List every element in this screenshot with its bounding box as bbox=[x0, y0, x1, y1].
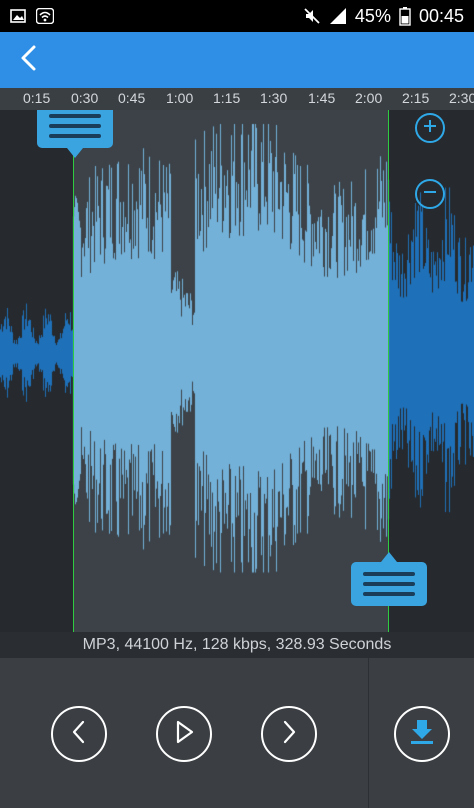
timeline-tick: 2:15 bbox=[402, 90, 430, 106]
download-icon bbox=[407, 717, 437, 752]
timeline-tick: 2:00 bbox=[355, 90, 383, 106]
playback-controls bbox=[0, 658, 474, 808]
zoom-in-button[interactable] bbox=[415, 113, 445, 143]
next-button[interactable] bbox=[261, 706, 317, 762]
wifi-icon bbox=[36, 8, 54, 24]
minus-icon bbox=[422, 184, 438, 205]
timeline-tick: 1:00 bbox=[166, 90, 194, 106]
timeline-tick: 2:30 bbox=[449, 90, 474, 106]
clock: 00:45 bbox=[418, 5, 464, 26]
play-button[interactable] bbox=[156, 706, 212, 762]
previous-button[interactable] bbox=[51, 706, 107, 762]
status-bar: 45% 00:45 bbox=[0, 0, 474, 32]
timeline-tick: 1:30 bbox=[260, 90, 288, 106]
timeline: 0:15 0:30 0:45 1:00 1:15 1:30 1:45 2:00 … bbox=[0, 88, 474, 110]
waveform bbox=[0, 110, 474, 632]
battery-percent: 45% bbox=[354, 5, 391, 26]
chevron-right-icon bbox=[278, 719, 300, 750]
end-marker-handle[interactable] bbox=[351, 552, 427, 606]
signal-icon bbox=[329, 7, 347, 25]
app-bar bbox=[0, 32, 474, 88]
timeline-tick: 0:15 bbox=[23, 90, 51, 106]
plus-icon bbox=[422, 118, 438, 139]
divider bbox=[368, 658, 369, 808]
battery-icon bbox=[399, 6, 411, 26]
gallery-icon bbox=[10, 8, 26, 24]
waveform-area[interactable] bbox=[0, 110, 474, 632]
timeline-tick: 1:15 bbox=[213, 90, 241, 106]
back-button[interactable] bbox=[4, 36, 52, 84]
timeline-tick: 0:45 bbox=[118, 90, 146, 106]
chevron-left-icon bbox=[18, 44, 38, 77]
play-icon bbox=[172, 719, 196, 750]
start-marker-handle[interactable] bbox=[37, 110, 113, 158]
chevron-left-icon bbox=[68, 719, 90, 750]
audio-info: MP3, 44100 Hz, 128 kbps, 328.93 Seconds bbox=[0, 632, 474, 658]
timeline-tick: 1:45 bbox=[308, 90, 336, 106]
mute-icon bbox=[303, 7, 321, 25]
timeline-tick: 0:30 bbox=[71, 90, 99, 106]
zoom-out-button[interactable] bbox=[415, 179, 445, 209]
start-marker-line bbox=[73, 110, 74, 632]
save-button[interactable] bbox=[394, 706, 450, 762]
